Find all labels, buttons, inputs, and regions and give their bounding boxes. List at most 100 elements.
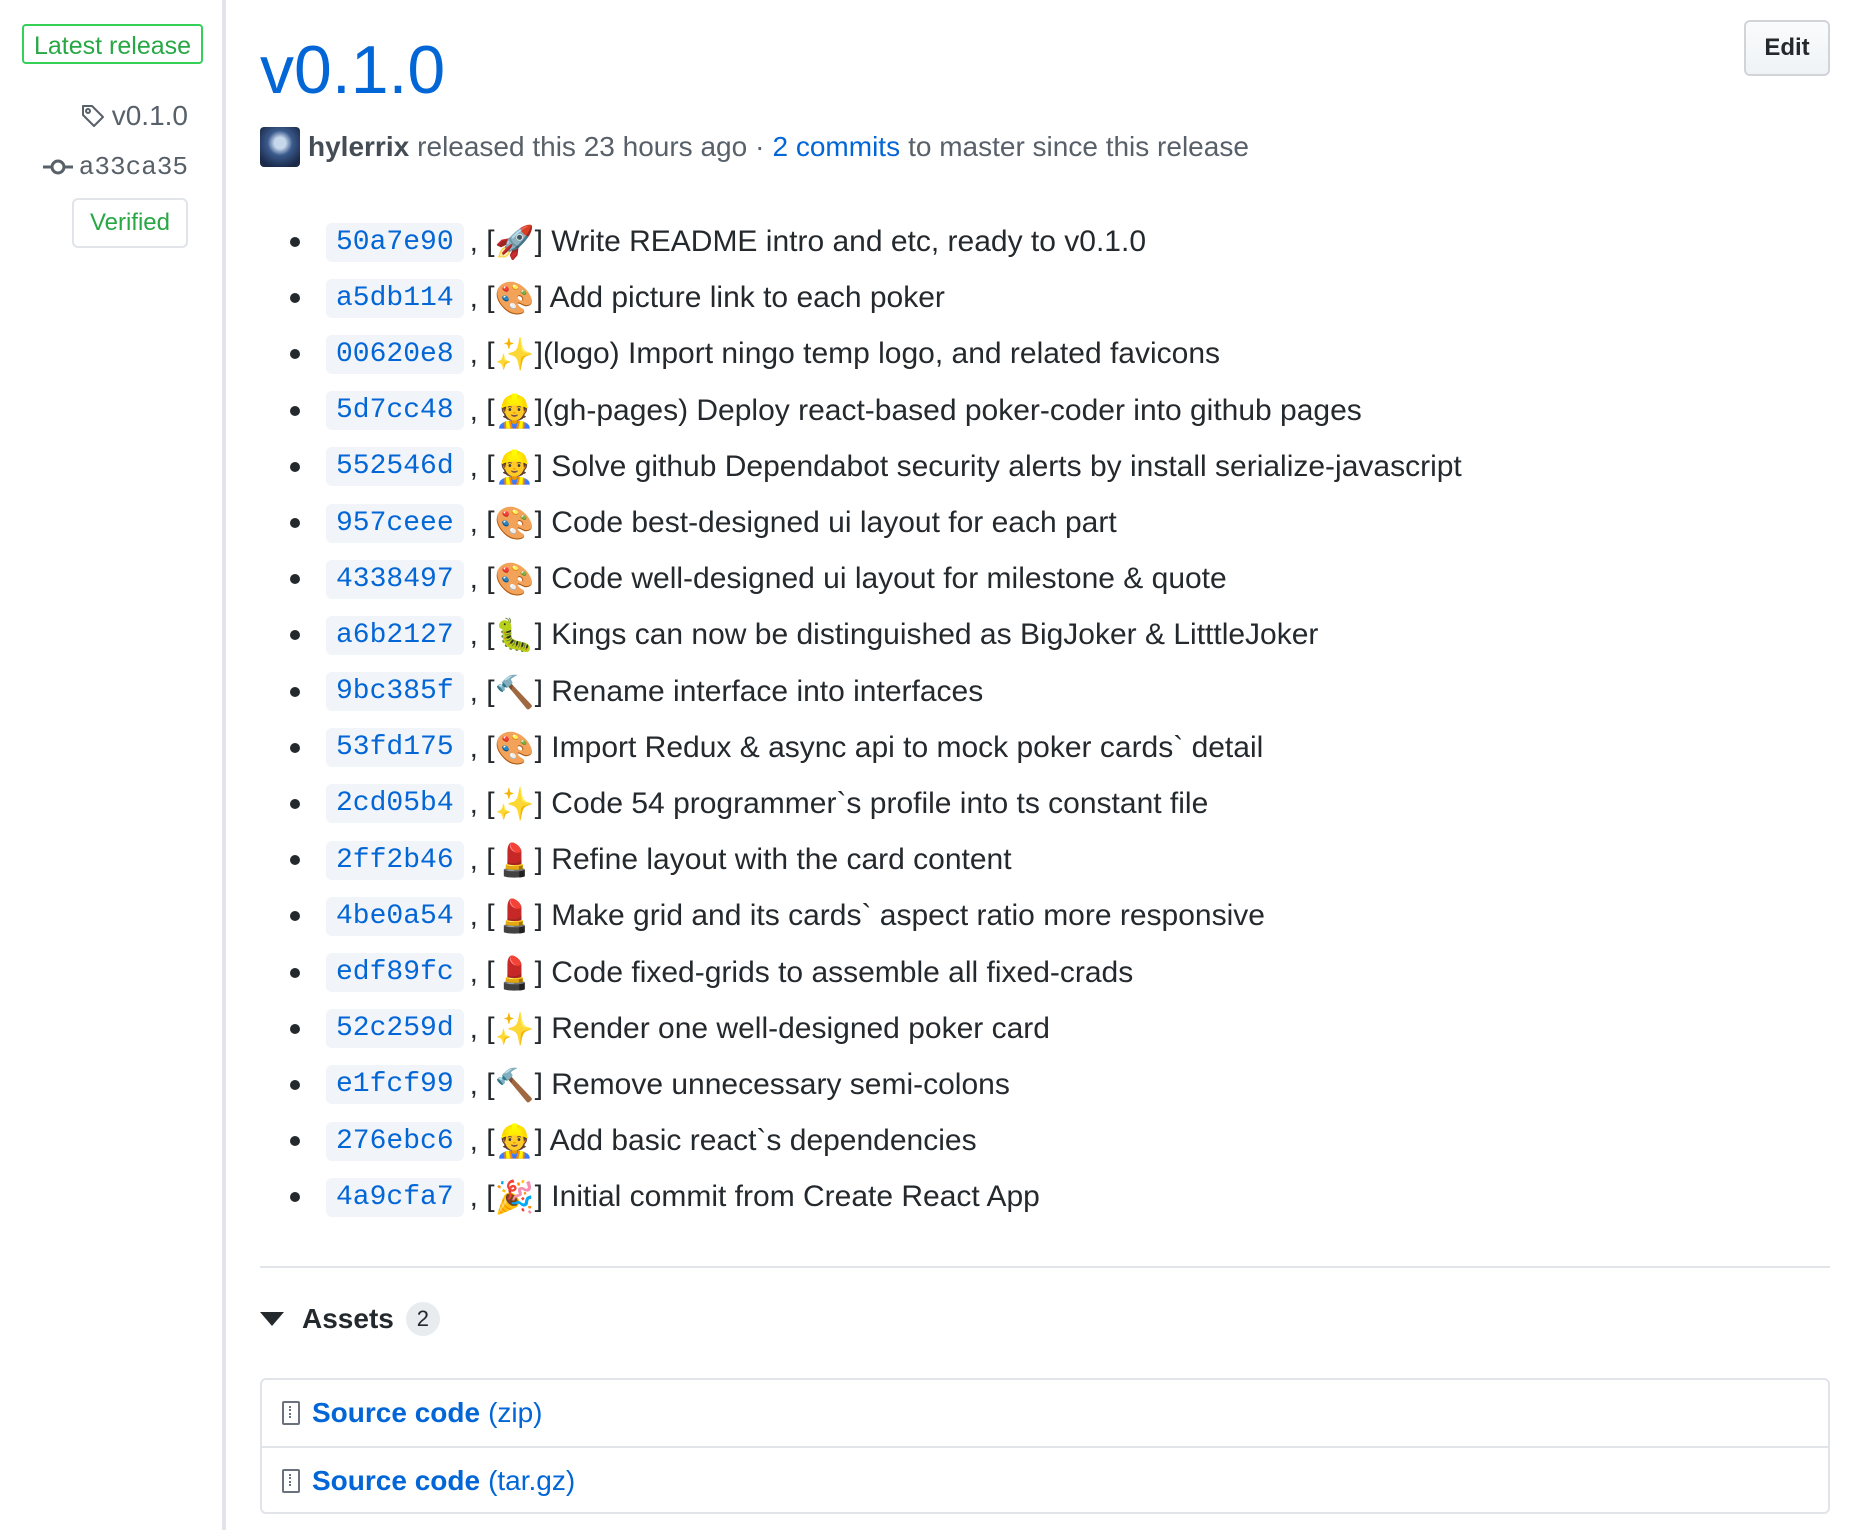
commit-sha-link[interactable]: 276ebc6 <box>326 1121 464 1161</box>
commit-prefix: , [ <box>469 225 495 259</box>
construction-worker-emoji: 👷 <box>494 1122 535 1161</box>
commit-list-item: 50a7e90 , [🚀] Write README intro and etc… <box>290 214 1462 270</box>
commit-message: ] Make grid and its cards` aspect ratio … <box>534 899 1265 933</box>
commit-message: ] Import Redux & async api to mock poker… <box>534 730 1264 764</box>
asset-name[interactable]: Source code <box>312 1397 480 1429</box>
commit-prefix: , [ <box>469 449 495 483</box>
asset-type[interactable]: (zip) <box>488 1397 542 1429</box>
commit-prefix: , [ <box>469 1011 495 1045</box>
commit-prefix: , [ <box>469 730 495 764</box>
commit-list-item: 4338497 , [🎨] Code well-designed ui layo… <box>290 551 1462 607</box>
commit-message: ] Render one well-designed poker card <box>534 1011 1050 1045</box>
commit-list-item: 552546d , [👷] Solve github Dependabot se… <box>290 439 1462 495</box>
commit-sha-link[interactable]: 50a7e90 <box>326 222 464 262</box>
sparkles-emoji: ✨ <box>494 335 535 374</box>
bullet-icon <box>290 798 300 809</box>
assets-toggle[interactable]: Assets 2 <box>260 1302 440 1336</box>
commit-message: ] Initial commit from Create React App <box>534 1180 1040 1214</box>
assets-list: Source code (zip) Source code (tar.gz) <box>260 1378 1830 1514</box>
bullet-icon <box>290 1136 300 1147</box>
commit-sha-link[interactable]: 9bc385f <box>326 672 464 712</box>
bullet-icon <box>290 1192 300 1203</box>
avatar[interactable] <box>260 127 300 167</box>
commit-message: ] Code best-designed ui layout for each … <box>534 506 1117 540</box>
commit-sha-link[interactable]: 52c259d <box>326 1009 464 1049</box>
bullet-icon <box>290 630 300 641</box>
commit-sha-link[interactable]: 552546d <box>326 447 464 487</box>
commit-sha-link[interactable]: 957ceee <box>326 503 464 543</box>
commit-prefix: , [ <box>469 955 495 989</box>
commit-message: ] Rename interface into interfaces <box>534 674 984 708</box>
bullet-icon <box>290 574 300 585</box>
commit-prefix: , [ <box>469 393 495 427</box>
asset-item[interactable]: Source code (tar.gz) <box>262 1446 1828 1514</box>
commit-list-item: 4be0a54 , [💄] Make grid and its cards` a… <box>290 888 1462 944</box>
commit-sha: a33ca35 <box>78 152 188 182</box>
lipstick-emoji: 💄 <box>494 897 535 936</box>
asset-name[interactable]: Source code <box>312 1465 480 1497</box>
commit-sha-link[interactable]: 4be0a54 <box>326 896 464 936</box>
bullet-icon <box>290 742 300 753</box>
construction-worker-emoji: 👷 <box>494 447 535 486</box>
commit-prefix: , [ <box>469 1180 495 1214</box>
latest-release-badge: Latest release <box>22 24 204 64</box>
commit-sha-link[interactable]: 2cd05b4 <box>326 784 464 824</box>
commit-sha-link[interactable]: 4a9cfa7 <box>326 1177 464 1217</box>
asset-item[interactable]: Source code (zip) <box>262 1380 1828 1446</box>
divider <box>260 1266 1830 1268</box>
commit-prefix: , [ <box>469 1067 495 1101</box>
commit-sha-link[interactable]: 00620e8 <box>326 334 464 374</box>
commit-sha-link[interactable]: edf89fc <box>326 953 464 993</box>
asset-type[interactable]: (tar.gz) <box>488 1465 575 1497</box>
bug-emoji: 🐛 <box>494 616 535 655</box>
assets-title: Assets <box>302 1303 394 1334</box>
bullet-icon <box>290 1023 300 1034</box>
bullet-icon <box>290 686 300 697</box>
commit-message: ](gh-pages) Deploy react-based poker-cod… <box>534 393 1362 427</box>
commit-message: ] Code 54 programmer`s profile into ts c… <box>534 786 1209 820</box>
commit-prefix: , [ <box>469 786 495 820</box>
commit-list-item: 4a9cfa7 , [🎉] Initial commit from Create… <box>290 1169 1462 1225</box>
verified-badge[interactable]: Verified <box>71 198 188 248</box>
commit-sha-link[interactable]: e1fcf99 <box>326 1065 464 1105</box>
commit-sha-link[interactable]: 4338497 <box>326 559 464 599</box>
bullet-icon <box>290 855 300 866</box>
commit-sha-link[interactable]: 5d7cc48 <box>326 391 464 431</box>
commit-list-item: edf89fc , [💄] Code fixed-grids to assemb… <box>290 944 1462 1000</box>
commit-message: ] Remove unnecessary semi-colons <box>534 1067 1010 1101</box>
tag-name: v0.1.0 <box>111 100 188 131</box>
caret-down-icon <box>260 1312 284 1326</box>
bullet-icon <box>290 405 300 416</box>
bullet-icon <box>290 1079 300 1090</box>
commit-sha-link[interactable]: 53fd175 <box>326 728 464 768</box>
commit-list: 50a7e90 , [🚀] Write README intro and etc… <box>290 214 1462 1225</box>
commit-message: ](logo) Import ningo temp logo, and rela… <box>534 337 1221 371</box>
commit-list-item: a6b2127 , [🐛] Kings can now be distingui… <box>290 607 1462 663</box>
hammer-emoji: 🔨 <box>494 1065 535 1104</box>
commit-sha-link[interactable]: a6b2127 <box>326 615 464 655</box>
commit-message: ] Solve github Dependabot security alert… <box>534 449 1462 483</box>
bullet-icon <box>290 911 300 922</box>
palette-emoji: 🎨 <box>494 504 535 543</box>
author-link[interactable]: hylerrix <box>308 131 409 163</box>
commits-link[interactable]: 2 commits <box>773 131 901 163</box>
tada-emoji: 🎉 <box>494 1178 535 1217</box>
commit-message: ] Kings can now be distinguished as BigJ… <box>534 618 1319 652</box>
released-text: released this 23 hours ago <box>417 131 748 162</box>
edit-button[interactable]: Edit <box>1744 20 1830 76</box>
commit-sha-link[interactable]: a5db114 <box>326 278 464 318</box>
meta-separator: · <box>755 131 765 162</box>
commit-list-item: 2ff2b46 , [💄] Refine layout with the car… <box>290 832 1462 888</box>
commit-prefix: , [ <box>469 674 495 708</box>
commit-sha-link[interactable]: 2ff2b46 <box>326 840 464 880</box>
commit-icon <box>42 159 73 175</box>
lipstick-emoji: 💄 <box>494 841 535 880</box>
commit-prefix: , [ <box>469 843 495 877</box>
commit-list-item: 2cd05b4 , [✨] Code 54 programmer`s profi… <box>290 776 1462 832</box>
commit-list-item: e1fcf99 , [🔨] Remove unnecessary semi-co… <box>290 1057 1462 1113</box>
release-title[interactable]: v0.1.0 <box>260 30 445 110</box>
bullet-icon <box>290 518 300 529</box>
lipstick-emoji: 💄 <box>494 953 535 992</box>
commit-link[interactable]: a33ca35 <box>42 152 188 182</box>
tag-link[interactable]: v0.1.0 <box>80 100 188 132</box>
